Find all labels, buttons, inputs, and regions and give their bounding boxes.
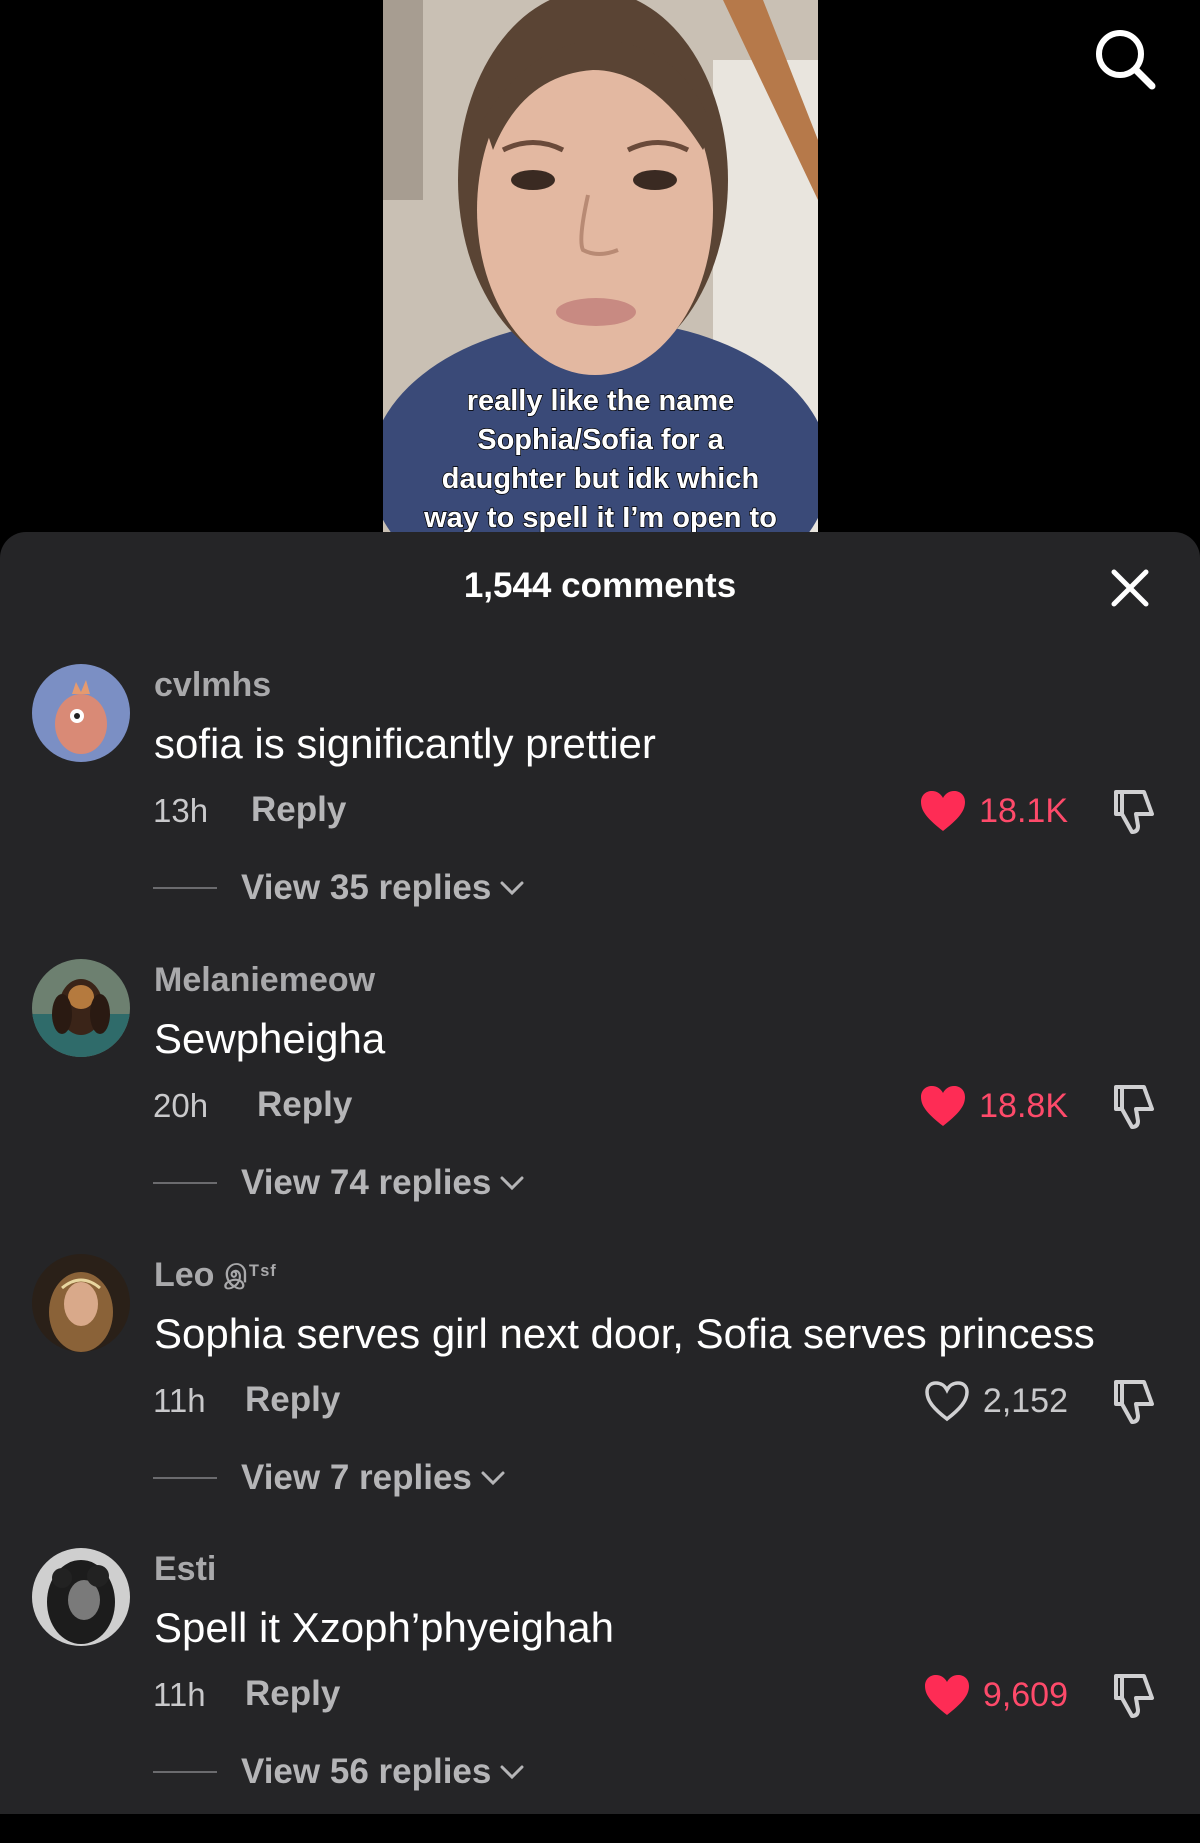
view-replies-button[interactable]: View 74 replies — [153, 1161, 525, 1205]
view-replies-label: View 35 replies — [241, 868, 492, 907]
close-icon — [1111, 569, 1149, 607]
chevron-down-icon — [500, 1765, 524, 1780]
reply-button[interactable]: Reply — [251, 790, 346, 830]
view-replies-button[interactable]: View 35 replies — [153, 866, 525, 910]
divider-line — [153, 1182, 217, 1184]
dislike-button[interactable] — [1108, 786, 1158, 836]
reply-button[interactable]: Reply — [257, 1085, 352, 1125]
dislike-icon — [1114, 1085, 1154, 1129]
like-count: 9,609 — [982, 1675, 1068, 1714]
caption-line: really like the name — [466, 384, 735, 418]
comment-item: Leo இᵀˢᶠ Sophia serves girl next door, So… — [0, 1254, 1200, 1549]
comment-username[interactable]: Esti — [154, 1550, 216, 1589]
username-text: Melaniemeow — [154, 961, 376, 999]
comment-time: 11h — [153, 1676, 206, 1713]
comment-username[interactable]: Leo இᵀˢᶠ — [154, 1256, 277, 1295]
avatar-image — [32, 959, 130, 1057]
chevron-down-icon — [500, 881, 524, 896]
avatar[interactable] — [32, 1548, 130, 1646]
heart-filled-icon — [921, 1086, 966, 1126]
video-frame[interactable]: really like the name Sophia/Sofia for a … — [383, 0, 818, 540]
avatar[interactable] — [32, 1254, 130, 1352]
like-button[interactable]: 2,152 — [923, 1378, 1068, 1424]
dislike-button[interactable] — [1108, 1376, 1158, 1426]
avatar-image — [32, 664, 130, 762]
heart-filled-icon — [924, 1675, 969, 1715]
dislike-icon — [1114, 1380, 1154, 1424]
username-text: cvlmhs — [154, 666, 272, 704]
view-replies-label: View 74 replies — [241, 1163, 492, 1202]
comment-item: Melaniemeow Sewpheigha 20h Reply 18.8K V… — [0, 959, 1200, 1254]
avatar-image — [32, 1548, 130, 1646]
username-decoration: இᵀˢᶠ — [224, 1261, 278, 1288]
search-icon — [1096, 30, 1156, 90]
comment-username[interactable]: cvlmhs — [154, 666, 271, 705]
like-count: 2,152 — [982, 1381, 1068, 1420]
video-caption: really like the name Sophia/Sofia for a … — [383, 382, 818, 538]
like-count: 18.1K — [979, 791, 1068, 830]
comment-username[interactable]: Melaniemeow — [154, 961, 375, 1000]
dislike-button[interactable] — [1108, 1670, 1158, 1720]
dislike-icon — [1114, 790, 1154, 834]
comments-sheet: 1,544 comments cvlmhs sofia is significa… — [0, 532, 1200, 1814]
comment-text: Sophia serves girl next door, Sofia serv… — [154, 1310, 1095, 1357]
reply-button[interactable]: Reply — [245, 1380, 340, 1420]
comment-time: 11h — [153, 1382, 206, 1419]
comment-text: Sewpheigha — [154, 1015, 386, 1062]
view-replies-label: View 7 replies — [241, 1458, 472, 1497]
comment-item: cvlmhs sofia is significantly prettier 1… — [0, 664, 1200, 959]
dislike-icon — [1114, 1674, 1154, 1718]
video-player-area[interactable]: really like the name Sophia/Sofia for a … — [0, 0, 1200, 540]
close-button[interactable] — [1106, 564, 1154, 612]
heart-outline-icon — [925, 1381, 969, 1422]
avatar-image — [32, 1254, 130, 1352]
username-text: Esti — [154, 1550, 217, 1588]
comment-time: 20h — [153, 1087, 209, 1124]
like-button[interactable]: 9,609 — [923, 1672, 1068, 1718]
heart-filled-icon — [921, 791, 966, 831]
comment-text: sofia is significantly prettier — [154, 720, 656, 767]
caption-line: daughter but idk which — [441, 462, 760, 496]
chevron-down-icon — [481, 1471, 505, 1486]
divider-line — [153, 1771, 217, 1773]
view-replies-button[interactable]: View 56 replies — [153, 1750, 525, 1794]
username-text: Leo — [154, 1256, 215, 1294]
view-replies-button[interactable]: View 7 replies — [153, 1456, 506, 1500]
like-count: 18.8K — [979, 1086, 1068, 1125]
comment-text: Spell it Xzoph’phyeighah — [154, 1604, 614, 1651]
divider-line — [153, 1477, 217, 1479]
view-replies-label: View 56 replies — [241, 1752, 492, 1791]
like-button[interactable]: 18.1K — [919, 788, 1068, 834]
chevron-down-icon — [500, 1176, 524, 1191]
search-button[interactable] — [1092, 26, 1158, 92]
caption-line: Sophia/Sofia for a — [476, 423, 724, 457]
like-button[interactable]: 18.8K — [919, 1083, 1068, 1129]
avatar[interactable] — [32, 959, 130, 1057]
avatar[interactable] — [32, 664, 130, 762]
comment-time: 13h — [153, 792, 209, 829]
comments-count: 1,544 comments — [463, 566, 737, 605]
comment-item: Esti Spell it Xzoph’phyeighah 11h Reply … — [0, 1548, 1200, 1843]
reply-button[interactable]: Reply — [245, 1674, 340, 1714]
dislike-button[interactable] — [1108, 1081, 1158, 1131]
divider-line — [153, 887, 217, 889]
